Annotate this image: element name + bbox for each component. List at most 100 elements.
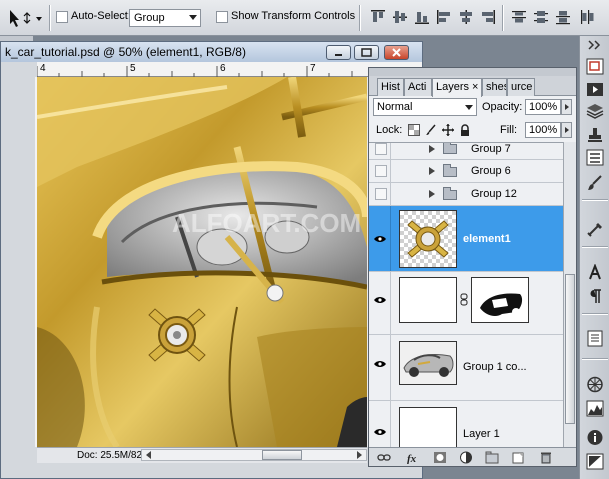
info-panel-icon[interactable] <box>586 429 604 446</box>
layer-thumbnail[interactable] <box>399 277 457 323</box>
folder-icon <box>443 143 457 154</box>
expand-triangle-icon[interactable] <box>429 167 435 175</box>
histogram-panel-icon[interactable] <box>586 400 604 417</box>
visibility-cell[interactable] <box>369 272 391 334</box>
auto-select-target-select[interactable]: Group <box>129 9 201 27</box>
opacity-slider-button[interactable] <box>561 99 572 115</box>
distribute-vertical-centers-icon[interactable] <box>532 8 550 26</box>
tab-actions[interactable]: Acti <box>404 78 432 96</box>
color-panel-icon[interactable] <box>586 376 604 393</box>
scroll-right-icon[interactable] <box>357 451 362 459</box>
align-right-edges-icon[interactable] <box>479 8 497 26</box>
align-horizontal-centers-icon[interactable] <box>457 8 475 26</box>
clone-source-panel-icon[interactable] <box>586 127 604 144</box>
layers-scrollbar[interactable] <box>563 142 576 447</box>
layer-row[interactable]: Group 1 co... <box>369 335 563 401</box>
panel-grip[interactable] <box>369 68 576 76</box>
lock-position-icon[interactable] <box>442 124 454 136</box>
distribute-left-icon[interactable] <box>578 8 596 26</box>
minimize-button[interactable] <box>326 45 351 60</box>
layers-panel-icon[interactable] <box>586 103 604 120</box>
show-transform-checkbox[interactable] <box>216 11 228 23</box>
lock-transparency-icon[interactable] <box>408 124 420 136</box>
horizontal-scroll-thumb[interactable] <box>262 450 302 460</box>
expand-triangle-icon[interactable] <box>429 145 435 153</box>
new-group-icon[interactable] <box>485 451 499 464</box>
visibility-cell[interactable] <box>369 401 391 447</box>
layer-row[interactable] <box>369 272 563 335</box>
move-tool-preset-icon[interactable] <box>4 6 44 30</box>
tab-layers[interactable]: Layers × <box>432 78 482 97</box>
distribute-top-icon[interactable] <box>510 8 528 26</box>
layer-thumbnail[interactable] <box>399 341 457 385</box>
visibility-cell[interactable] <box>369 183 391 205</box>
tab-brushes[interactable]: shes <box>482 78 507 96</box>
layer-row[interactable]: Group 7 <box>369 143 563 160</box>
chain-link-icon[interactable] <box>460 293 468 307</box>
layer-thumbnail[interactable] <box>399 407 457 447</box>
new-layer-icon[interactable] <box>511 451 525 464</box>
tools-presets-icon[interactable] <box>586 221 604 238</box>
svg-text:fx: fx <box>407 453 417 464</box>
layer-row[interactable]: Group 12 <box>369 183 563 206</box>
layer-row[interactable]: Group 6 <box>369 160 563 183</box>
lock-all-icon[interactable] <box>459 124 471 136</box>
eye-icon[interactable] <box>374 428 386 436</box>
add-mask-icon[interactable] <box>433 451 447 464</box>
hidden-visibility-box[interactable] <box>375 188 387 200</box>
visibility-cell[interactable] <box>369 143 391 159</box>
distribute-bottom-icon[interactable] <box>554 8 572 26</box>
tab-history[interactable]: Hist <box>377 78 404 96</box>
visibility-cell[interactable] <box>369 206 391 271</box>
animation-panel-icon[interactable] <box>586 81 604 98</box>
collapse-dock-icon[interactable] <box>586 40 604 50</box>
align-top-edges-icon[interactable] <box>369 8 387 26</box>
hidden-visibility-box[interactable] <box>375 165 387 177</box>
maximize-button[interactable] <box>354 45 379 60</box>
notes-panel-icon[interactable] <box>586 330 604 347</box>
scroll-left-icon[interactable] <box>146 451 151 459</box>
close-button[interactable] <box>384 45 409 60</box>
opacity-input[interactable]: 100% <box>525 99 561 115</box>
lock-pixels-icon[interactable] <box>425 124 437 136</box>
fill-slider-button[interactable] <box>561 122 572 138</box>
navigator-panel-icon[interactable] <box>586 58 604 75</box>
document-canvas[interactable]: ALFOART.COM <box>37 77 367 447</box>
folder-icon <box>443 187 457 200</box>
blend-mode-select[interactable]: Normal <box>373 98 477 116</box>
tab-source[interactable]: urce <box>507 78 535 96</box>
close-tab-icon[interactable]: × <box>472 81 478 93</box>
blend-mode-value: Normal <box>377 101 413 113</box>
ruler-mark: 6 <box>220 63 226 74</box>
eye-icon[interactable] <box>374 296 386 304</box>
visibility-cell[interactable] <box>369 160 391 182</box>
expand-triangle-icon[interactable] <box>429 190 435 198</box>
trash-icon[interactable] <box>539 451 553 464</box>
fill-input[interactable]: 100% <box>525 122 561 138</box>
layer-row-selected[interactable]: element1 <box>369 206 563 272</box>
align-vertical-centers-icon[interactable] <box>391 8 409 26</box>
document-title: k_car_tutorial.psd @ 50% (element1, RGB/… <box>5 45 246 59</box>
eye-icon[interactable] <box>374 360 386 368</box>
layer-style-fx-icon[interactable]: fx <box>407 451 421 464</box>
layers-scroll-thumb[interactable] <box>565 274 575 424</box>
maximize-icon <box>361 48 372 57</box>
layer-thumbnail[interactable] <box>399 210 457 268</box>
brush-presets-panel-icon[interactable] <box>586 149 604 166</box>
layer-name: Group 1 co... <box>463 361 527 373</box>
align-bottom-edges-icon[interactable] <box>413 8 431 26</box>
adjustment-layer-icon[interactable] <box>459 451 473 464</box>
link-layers-icon[interactable] <box>377 451 391 464</box>
horizontal-scrollbar[interactable] <box>141 449 367 461</box>
auto-select-checkbox[interactable] <box>56 11 68 23</box>
hidden-visibility-box[interactable] <box>375 143 387 155</box>
character-panel-icon[interactable] <box>586 264 604 281</box>
visibility-cell[interactable] <box>369 335 391 400</box>
layer-mask-thumbnail[interactable] <box>471 277 529 323</box>
layer-row[interactable]: Layer 1 <box>369 401 563 447</box>
paragraph-panel-icon[interactable] <box>586 288 604 305</box>
eye-icon[interactable] <box>374 235 386 243</box>
styles-panel-icon[interactable] <box>586 453 604 470</box>
brushes-panel-icon[interactable] <box>586 174 604 191</box>
align-left-edges-icon[interactable] <box>435 8 453 26</box>
